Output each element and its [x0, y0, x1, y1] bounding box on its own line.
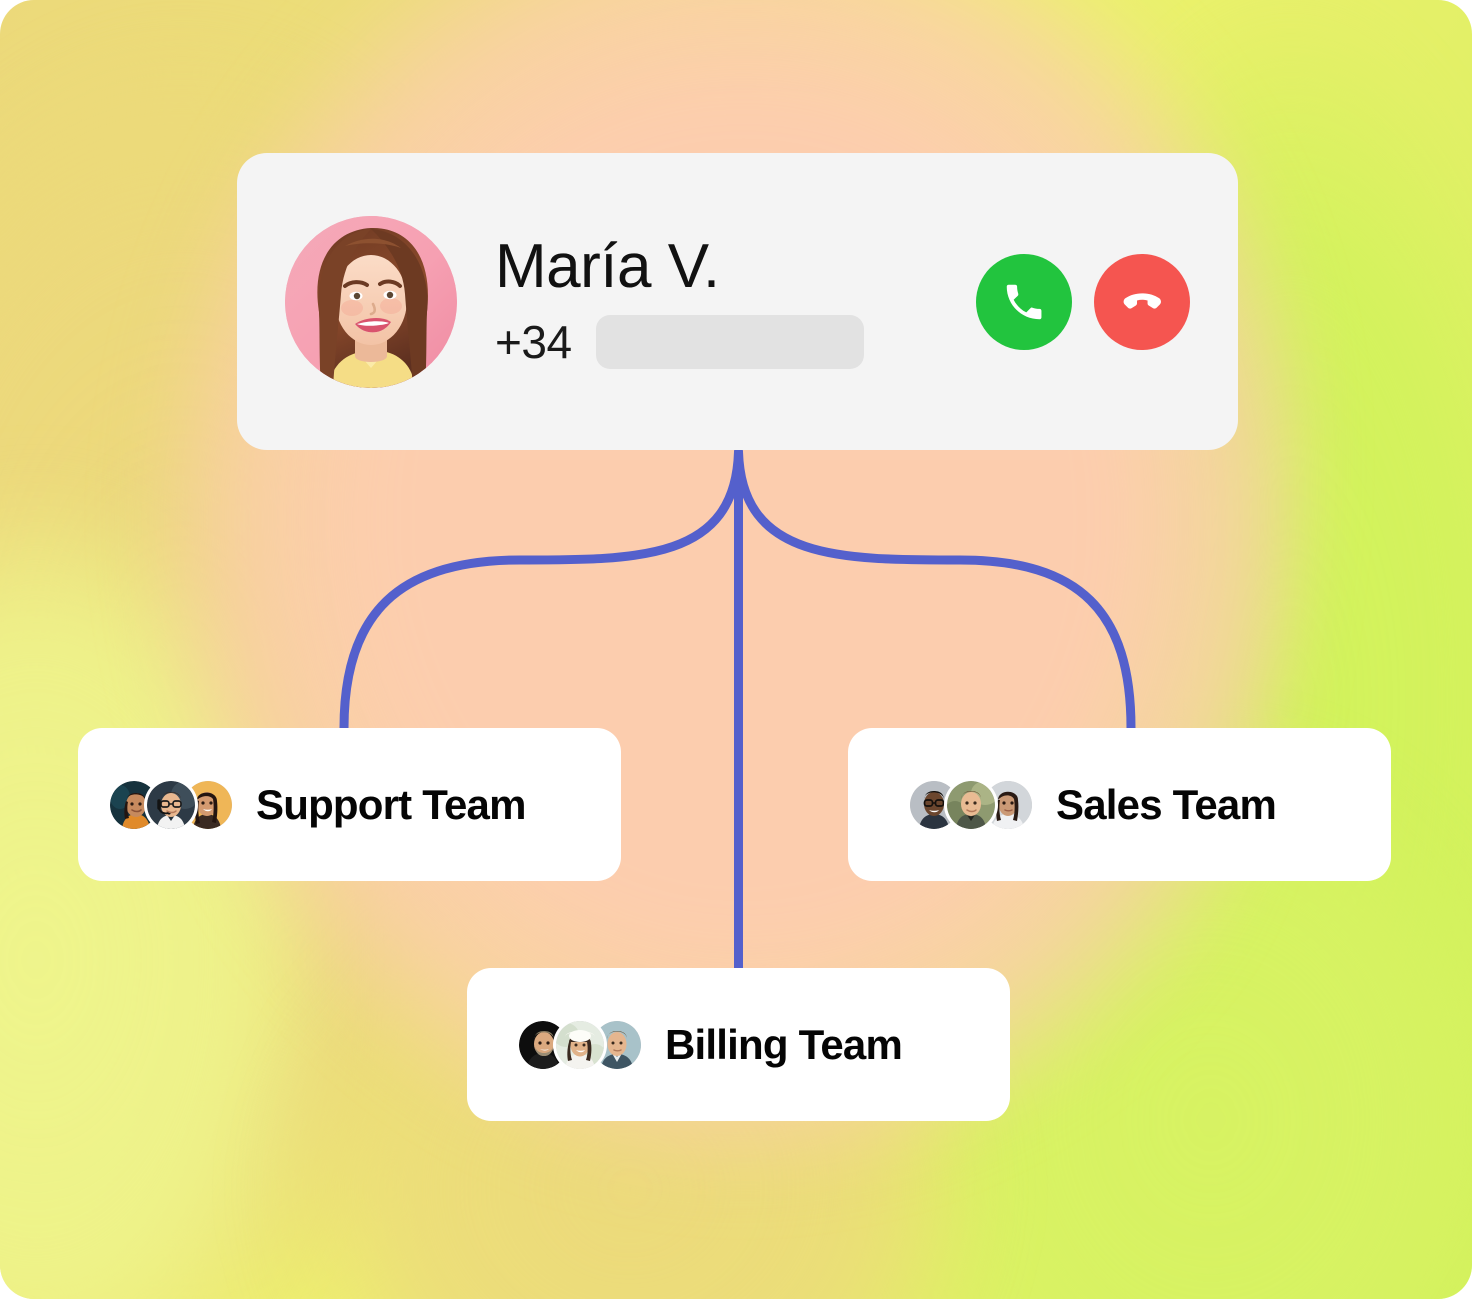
- accept-call-button[interactable]: [976, 253, 1072, 350]
- team-card-support[interactable]: Support Team: [78, 728, 621, 881]
- caller-identity: María V. +34: [495, 231, 976, 370]
- billing-avatar-2: [556, 1020, 604, 1069]
- team-label-billing: Billing Team: [665, 1020, 903, 1068]
- caller-phone-prefix: +34: [495, 316, 572, 369]
- agent-man-glasses-headset-avatar: [147, 780, 195, 829]
- caller-phone-row: +34: [495, 315, 976, 370]
- call-routing-illustration: María V. +34 Support Team Sales Team Bil…: [0, 0, 1472, 1299]
- sales-man-jacket-avatar: [947, 780, 995, 829]
- billing-woman-hat-avatar: [556, 1020, 604, 1069]
- team-label-sales: Sales Team: [1056, 780, 1277, 828]
- maria-photo-avatar: [285, 215, 457, 388]
- avatar-stack-sales: [910, 780, 1032, 829]
- caller-phone-redacted-bar: [595, 315, 864, 370]
- team-card-sales[interactable]: Sales Team: [848, 728, 1391, 881]
- incoming-call-card: María V. +34: [237, 153, 1238, 450]
- decline-call-button[interactable]: [1094, 253, 1190, 350]
- team-card-billing[interactable]: Billing Team: [467, 968, 1010, 1121]
- caller-name: María V.: [495, 231, 720, 301]
- phone-icon: [1006, 284, 1042, 319]
- call-actions: [976, 253, 1190, 350]
- support-avatar-2: [147, 780, 195, 829]
- phone-hangup-icon: [1123, 292, 1161, 309]
- sales-avatar-2: [947, 780, 995, 829]
- caller-avatar: [285, 215, 457, 388]
- team-label-support: Support Team: [256, 780, 526, 828]
- avatar-stack-billing: [519, 1020, 641, 1069]
- avatar-stack-support: [110, 780, 232, 829]
